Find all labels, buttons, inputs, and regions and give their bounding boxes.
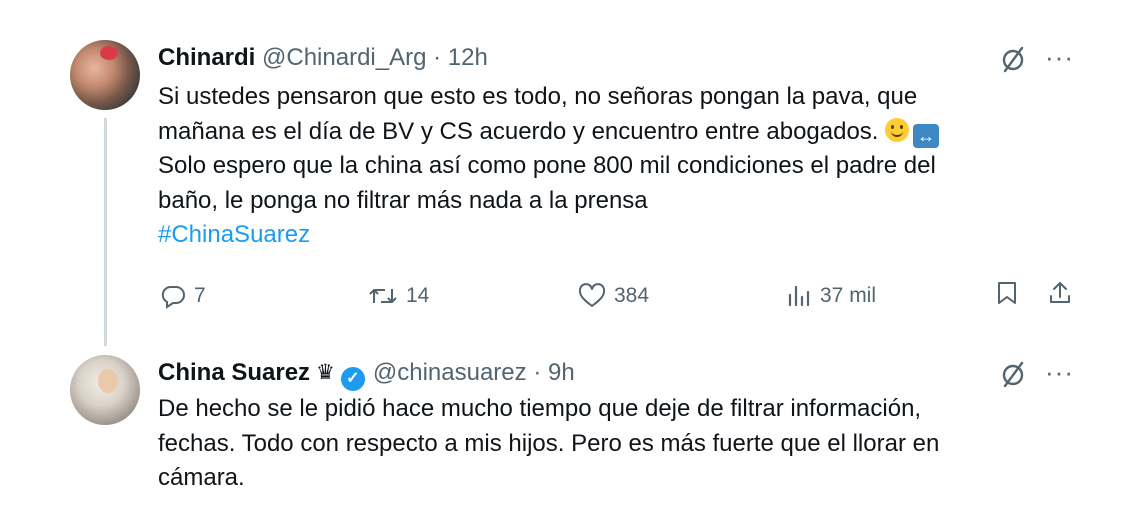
views-count: 37 mil — [820, 284, 877, 307]
separator-dot: · — [433, 44, 442, 71]
grok-icon[interactable] — [1000, 44, 1026, 74]
views-icon — [788, 285, 810, 307]
left-right-arrow-icon: ↔ — [913, 123, 940, 148]
reply-count: 7 — [194, 284, 206, 307]
tweet-text-line: mañana es el día de BV y CS acuerdo y en… — [158, 117, 879, 145]
repost-count: 14 — [406, 284, 430, 307]
tweet-text-line: baño, le ponga no filtrar más nada a la … — [158, 186, 648, 214]
avatar[interactable] — [70, 40, 140, 110]
author-name[interactable]: China Suarez — [158, 359, 310, 386]
author-handle[interactable]: @Chinardi_Arg — [262, 44, 426, 71]
bookmark-button[interactable] — [995, 280, 1019, 306]
tweet-header: China Suarez ♛ ✓ @chinasuarez · 9h — [158, 358, 575, 391]
crown-icon: ♛ — [316, 361, 335, 384]
author-name[interactable]: Chinardi — [158, 44, 255, 71]
like-count: 384 — [614, 284, 650, 307]
reply-icon — [161, 286, 185, 309]
repost-button[interactable]: 14 — [368, 280, 429, 312]
slightly-smiling-face-icon — [885, 117, 910, 142]
bookmark-icon — [998, 282, 1016, 304]
tweet-text: De hecho se le pidió hace mucho tiempo q… — [158, 392, 1058, 496]
grok-icon[interactable] — [1000, 359, 1026, 389]
tweet-header: Chinardi @Chinardi_Arg · 12h — [158, 43, 488, 73]
repost-icon — [369, 289, 397, 303]
share-button[interactable] — [1047, 280, 1073, 306]
avatar[interactable] — [70, 355, 140, 425]
tweet-text-line: Solo espero que la china así como pone 8… — [158, 152, 936, 179]
author-handle[interactable]: @chinasuarez — [373, 359, 527, 386]
tweet-actions: 7 14 384 37 mil — [0, 280, 1140, 312]
tweet-text-line: Si ustedes pensaron que esto es todo, no… — [158, 83, 918, 110]
like-button[interactable]: 384 — [578, 280, 649, 312]
tweet-text-line: cámara. — [158, 464, 245, 491]
more-options-icon[interactable]: ··· — [1045, 42, 1074, 72]
timestamp[interactable]: 12h — [448, 44, 488, 71]
tweet-text-line-with-emoji: mañana es el día de BV y CS acuerdo y en… — [158, 115, 1058, 150]
tweet-text: Si ustedes pensaron que esto es todo, no… — [158, 80, 1058, 253]
tweet-text-line: fechas. Todo con respecto a mis hijos. P… — [158, 429, 940, 457]
reply-button[interactable]: 7 — [160, 280, 206, 312]
share-icon — [1050, 282, 1070, 303]
hashtag-link[interactable]: #ChinaSuarez — [158, 218, 1058, 253]
heart-icon — [578, 283, 606, 307]
timestamp[interactable]: 9h — [548, 359, 575, 386]
tweet-text-line: De hecho se le pidió hace mucho tiempo q… — [158, 395, 922, 422]
views-button[interactable]: 37 mil — [786, 280, 876, 312]
separator-dot: · — [533, 359, 542, 386]
verified-badge-icon[interactable]: ✓ — [340, 367, 365, 391]
more-options-icon[interactable]: ··· — [1045, 357, 1074, 387]
